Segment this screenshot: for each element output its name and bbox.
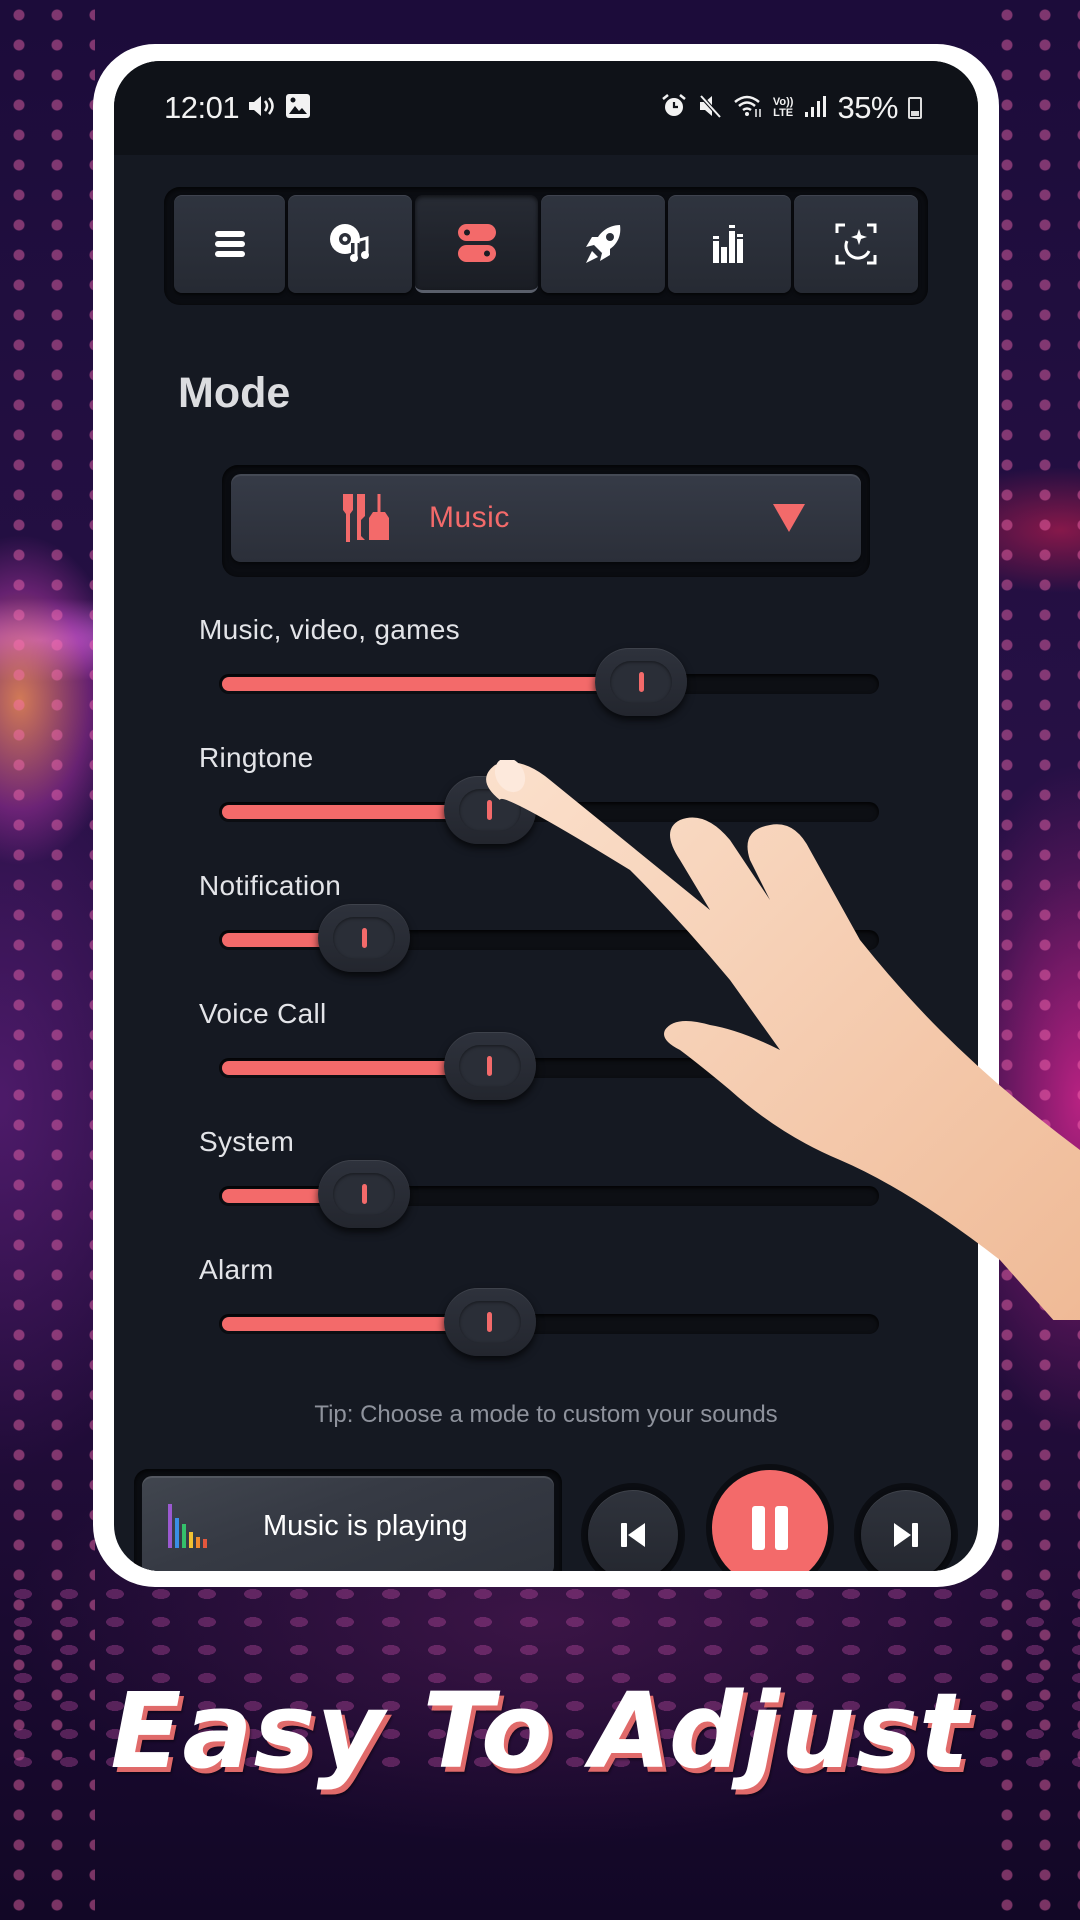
equalizer-icon (712, 225, 743, 263)
tab-menu[interactable] (174, 195, 286, 293)
next-track-button[interactable] (854, 1483, 958, 1571)
tab-booster[interactable] (541, 195, 665, 293)
mode-dropdown[interactable]: Music (231, 474, 861, 562)
visualizer-bar (175, 1518, 179, 1548)
volume-slider[interactable] (219, 1032, 879, 1100)
slider-thumb[interactable] (443, 776, 536, 844)
volume-slider[interactable] (219, 776, 879, 844)
slider-thumb[interactable] (318, 1160, 411, 1228)
selected-mode: Music (429, 501, 510, 534)
earphones-icon (343, 494, 389, 542)
lte-label: LTE (773, 107, 794, 119)
slider-thumb[interactable] (318, 904, 411, 972)
now-playing-well: Music is playing (134, 1469, 562, 1571)
slider-thumb[interactable] (443, 1288, 536, 1356)
visualizer-bar (182, 1524, 186, 1548)
previous-track-button[interactable] (581, 1483, 685, 1571)
tip-text: Tip: Choose a mode to custom your sounds (314, 1401, 778, 1428)
slider-thumb[interactable] (595, 648, 688, 716)
volume-slider[interactable] (219, 1288, 879, 1356)
slider-label: Alarm (199, 1254, 274, 1285)
status-time: 12:01 (164, 90, 240, 125)
audio-visualizer-icon (168, 1504, 207, 1548)
volte-lte-icon: Vo)) LTE (773, 97, 794, 119)
tab-sound-mode[interactable] (414, 195, 539, 293)
volume-slider-group: Notification (199, 870, 879, 972)
volume-slider-group: Alarm (199, 1254, 879, 1356)
volume-slider-group: Ringtone (199, 742, 879, 844)
slider-fill (222, 677, 642, 691)
volume-slider[interactable] (219, 904, 879, 972)
slider-thumb[interactable] (443, 1032, 536, 1100)
pause-button[interactable] (706, 1464, 834, 1571)
phone-frame: 12:01 Vo)) LTE 35% Mode Music Music, vid… (93, 44, 999, 1587)
rocket-boost-icon (586, 225, 621, 263)
visualizer-bar (189, 1532, 193, 1548)
tab-equalizer[interactable] (667, 195, 792, 293)
chevron-down-icon (773, 504, 805, 532)
promo-headline: Easy To Adjust (110, 1670, 970, 1792)
tab-music-player[interactable] (288, 195, 412, 293)
pause-icon (752, 1506, 788, 1550)
gallery-icon (285, 93, 311, 124)
volume-slider-group: Voice Call (199, 998, 879, 1100)
slider-label: Ringtone (199, 742, 314, 773)
battery-charging-icon (908, 97, 922, 119)
app-screen: 12:01 Vo)) LTE 35% Mode Music Music, vid… (114, 61, 978, 1571)
wifi-icon (733, 93, 763, 124)
visualizer-bar (168, 1504, 172, 1548)
skip-previous-icon (621, 1523, 645, 1547)
now-playing-status: Music is playing (263, 1509, 468, 1542)
slider-label: Music, video, games (199, 614, 460, 645)
menu-icon (214, 231, 245, 257)
battery-percent: 35% (837, 90, 898, 125)
skip-next-icon (894, 1523, 918, 1547)
mode-dropdown-well: Music (222, 465, 870, 577)
tab-effects[interactable] (794, 195, 919, 293)
status-bar: 12:01 Vo)) LTE 35% (114, 61, 978, 155)
now-playing-panel[interactable]: Music is playing (142, 1476, 554, 1571)
signal-icon (803, 94, 827, 123)
sparkle-scan-icon (835, 223, 877, 265)
volume-slider-group: Music, video, games (199, 614, 879, 716)
alarm-icon (661, 93, 687, 124)
mute-icon (697, 93, 723, 124)
volume-slider[interactable] (219, 648, 879, 716)
music-disc-icon (329, 224, 369, 262)
mode-section-title: Mode (178, 369, 291, 417)
visualizer-bar (203, 1539, 207, 1548)
toggle-mode-icon (457, 223, 496, 262)
slider-label: System (199, 1126, 295, 1157)
visualizer-bar (196, 1537, 200, 1548)
volume-icon (247, 93, 277, 124)
feature-tab-bar (164, 187, 928, 305)
volume-slider[interactable] (219, 1160, 879, 1228)
slider-label: Notification (199, 870, 342, 901)
slider-label: Voice Call (199, 998, 327, 1029)
volume-slider-group: System (199, 1126, 879, 1228)
